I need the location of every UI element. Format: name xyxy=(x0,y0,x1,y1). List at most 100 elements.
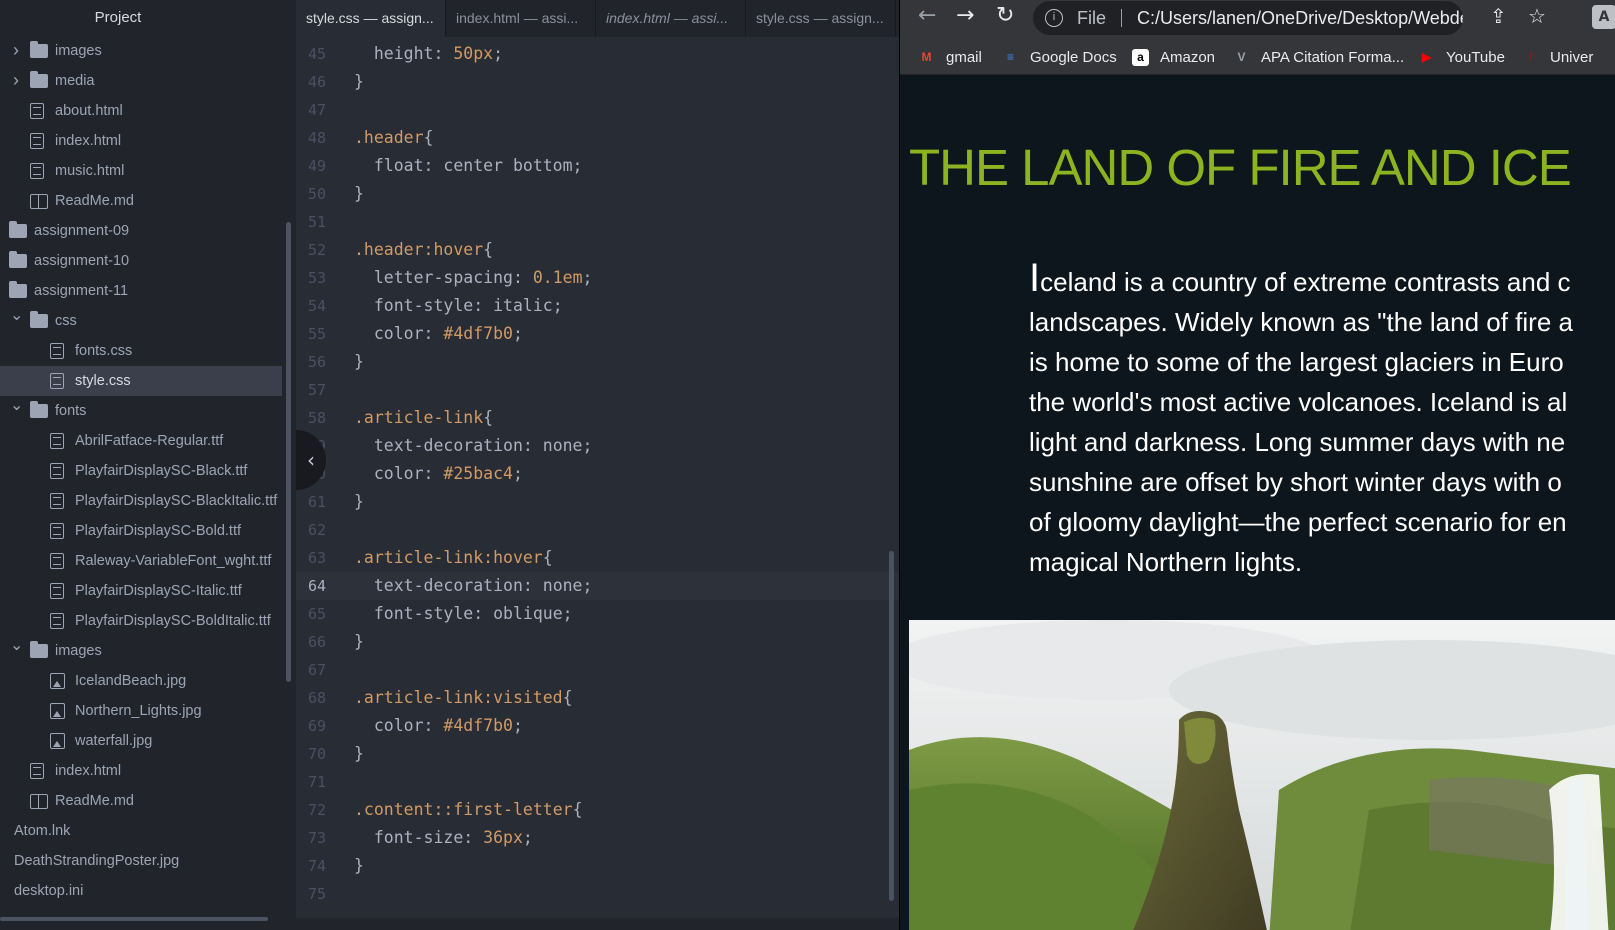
chevron-right-icon[interactable]: › xyxy=(10,65,22,95)
tree-item[interactable]: PlayfairDisplaySC-Bold.ttf xyxy=(0,516,296,546)
tree-item[interactable]: PlayfairDisplaySC-BlackItalic.ttf xyxy=(0,486,296,516)
code-line[interactable]: 52 .header:hover{ xyxy=(296,236,899,264)
editor-tab[interactable]: style.css — assign... xyxy=(296,0,446,37)
editor-tab[interactable]: index.html — assi... xyxy=(596,0,746,37)
tree-item[interactable]: fonts.css xyxy=(0,336,296,366)
tree-item[interactable]: about.html xyxy=(0,96,296,126)
tree-item[interactable]: assignment-10 xyxy=(0,246,296,276)
code-line[interactable]: 69 color: #4df7b0; xyxy=(296,712,899,740)
code-line[interactable]: 67 xyxy=(296,656,899,684)
code-line[interactable]: 55 color: #4df7b0; xyxy=(296,320,899,348)
code-line[interactable]: 63 .article-link:hover{ xyxy=(296,544,899,572)
tree-item[interactable]: Atom.lnk xyxy=(0,816,296,846)
code-token: } xyxy=(354,744,364,763)
code-line[interactable]: 54 font-style: italic; xyxy=(296,292,899,320)
tree-horizontal-scrollbar[interactable] xyxy=(0,917,268,921)
tree-item-label: IcelandBeach.jpg xyxy=(75,673,187,689)
back-arrow-icon[interactable]: ← xyxy=(918,3,936,28)
code-line[interactable]: 48 .header{ xyxy=(296,124,899,152)
code-line[interactable]: 47 xyxy=(296,96,899,124)
tree-item[interactable]: PlayfairDisplaySC-Italic.ttf xyxy=(0,576,296,606)
tree-item[interactable]: PlayfairDisplaySC-BoldItalic.ttf xyxy=(0,606,296,636)
chevron-right-icon[interactable]: › xyxy=(10,35,22,65)
code-line[interactable]: 45 height: 50px; xyxy=(296,40,899,68)
code-line[interactable]: 61} xyxy=(296,488,899,516)
chevron-down-icon[interactable]: ⌄ xyxy=(10,631,23,661)
tree-item[interactable]: › media xyxy=(0,66,296,96)
editor-scrollbar[interactable] xyxy=(889,551,894,901)
code-line[interactable]: 49 float: center bottom; xyxy=(296,152,899,180)
code-token: ; xyxy=(512,324,523,343)
tree-item[interactable]: AbrilFatface-Regular.ttf xyxy=(0,426,296,456)
tree-item[interactable]: music.html xyxy=(0,156,296,186)
code-line[interactable]: 53 letter-spacing: 0.1em; xyxy=(296,264,899,292)
chevron-down-icon[interactable]: ⌄ xyxy=(10,391,23,421)
code-line[interactable]: 72 .content::first-letter{ xyxy=(296,796,899,824)
code-line[interactable]: 74} xyxy=(296,852,899,880)
bookmark-star-icon[interactable]: ☆ xyxy=(1528,4,1546,28)
editor-tab[interactable]: style.css — assign... xyxy=(746,0,896,37)
tree-item[interactable]: ⌄ fonts xyxy=(0,396,296,426)
tree-item[interactable]: DeathStrandingPoster.jpg xyxy=(0,846,296,876)
tree-item[interactable]: desktop.ini xyxy=(0,876,296,906)
forward-arrow-icon[interactable]: → xyxy=(956,3,974,28)
chevron-down-icon[interactable]: ⌄ xyxy=(10,301,23,331)
tree-item[interactable]: ⌄ images xyxy=(0,636,296,666)
tree-item[interactable]: ReadMe.md xyxy=(0,786,296,816)
code-line[interactable]: 57 xyxy=(296,376,899,404)
tree-item[interactable]: index.html xyxy=(0,126,296,156)
line-number: 71 xyxy=(307,773,326,791)
code-line[interactable]: 75 xyxy=(296,880,899,908)
intro-line: of gloomy daylight—the perfect scenario … xyxy=(1029,502,1615,542)
code-line[interactable]: 56} xyxy=(296,348,899,376)
tree-item[interactable]: index.html xyxy=(0,756,296,786)
tree-item[interactable]: PlayfairDisplaySC-Black.ttf xyxy=(0,456,296,486)
line-number: 50 xyxy=(307,185,326,203)
code-line[interactable]: 62 xyxy=(296,516,899,544)
share-icon[interactable]: ⇪ xyxy=(1490,4,1507,28)
tree-item-label: DeathStrandingPoster.jpg xyxy=(14,853,180,869)
code-line[interactable]: 46} xyxy=(296,68,899,96)
tree-item-label: PlayfairDisplaySC-Bold.ttf xyxy=(75,523,241,539)
code-token: { xyxy=(423,128,434,147)
reload-icon[interactable]: ↻ xyxy=(996,3,1014,28)
info-icon[interactable]: i xyxy=(1045,9,1063,27)
line-number: 53 xyxy=(307,269,326,287)
address-bar[interactable]: i File C:/Users/lanen/OneDrive/Desktop/W… xyxy=(1033,1,1463,35)
line-number: 51 xyxy=(307,213,326,231)
editor-tab[interactable]: index.html — assi... xyxy=(446,0,596,37)
code-line[interactable]: 66} xyxy=(296,628,899,656)
tree-item[interactable]: Raleway-VariableFont_wght.ttf xyxy=(0,546,296,576)
code-line[interactable]: 51 xyxy=(296,208,899,236)
code-line[interactable]: 65 font-style: oblique; xyxy=(296,600,899,628)
tree-item[interactable]: style.css xyxy=(0,366,282,396)
code-line[interactable]: 70} xyxy=(296,740,899,768)
tree-item[interactable]: waterfall.jpg xyxy=(0,726,296,756)
code-line[interactable]: 59 text-decoration: none; xyxy=(296,432,899,460)
tree-item[interactable]: assignment-11 xyxy=(0,276,296,306)
code-line[interactable]: 68 .article-link:visited{ xyxy=(296,684,899,712)
code-line[interactable]: 73 font-size: 36px; xyxy=(296,824,899,852)
line-number: 47 xyxy=(307,101,326,119)
code-line[interactable]: 64 text-decoration: none; xyxy=(296,572,899,600)
tree-item[interactable]: assignment-09 xyxy=(0,216,296,246)
code-area[interactable]: 45 height: 50px; 46} 47 48 .header{49 float:… xyxy=(296,40,899,920)
tree-item[interactable]: Northern_Lights.jpg xyxy=(0,696,296,726)
tree-scrollbar[interactable] xyxy=(286,222,291,682)
tree-item[interactable]: › images xyxy=(0,36,296,66)
profile-avatar[interactable]: A xyxy=(1592,5,1615,29)
code-line[interactable]: 71 xyxy=(296,768,899,796)
code-line[interactable]: 58 .article-link{ xyxy=(296,404,899,432)
line-number: 55 xyxy=(307,325,326,343)
tree-item[interactable]: IcelandBeach.jpg xyxy=(0,666,296,696)
tree-item[interactable]: ⌄ css xyxy=(0,306,296,336)
tree-item-label: assignment-09 xyxy=(34,223,130,239)
code-token: ; xyxy=(522,828,533,847)
tree-item-label: Raleway-VariableFont_wght.ttf xyxy=(75,553,272,569)
tree-item[interactable]: ReadMe.md xyxy=(0,186,296,216)
code-line[interactable]: 50} xyxy=(296,180,899,208)
code-text: .article-link{ xyxy=(354,404,493,432)
google-docs-icon: ≡ xyxy=(1006,50,1014,64)
code-line[interactable]: 60 color: #25bac4; xyxy=(296,460,899,488)
